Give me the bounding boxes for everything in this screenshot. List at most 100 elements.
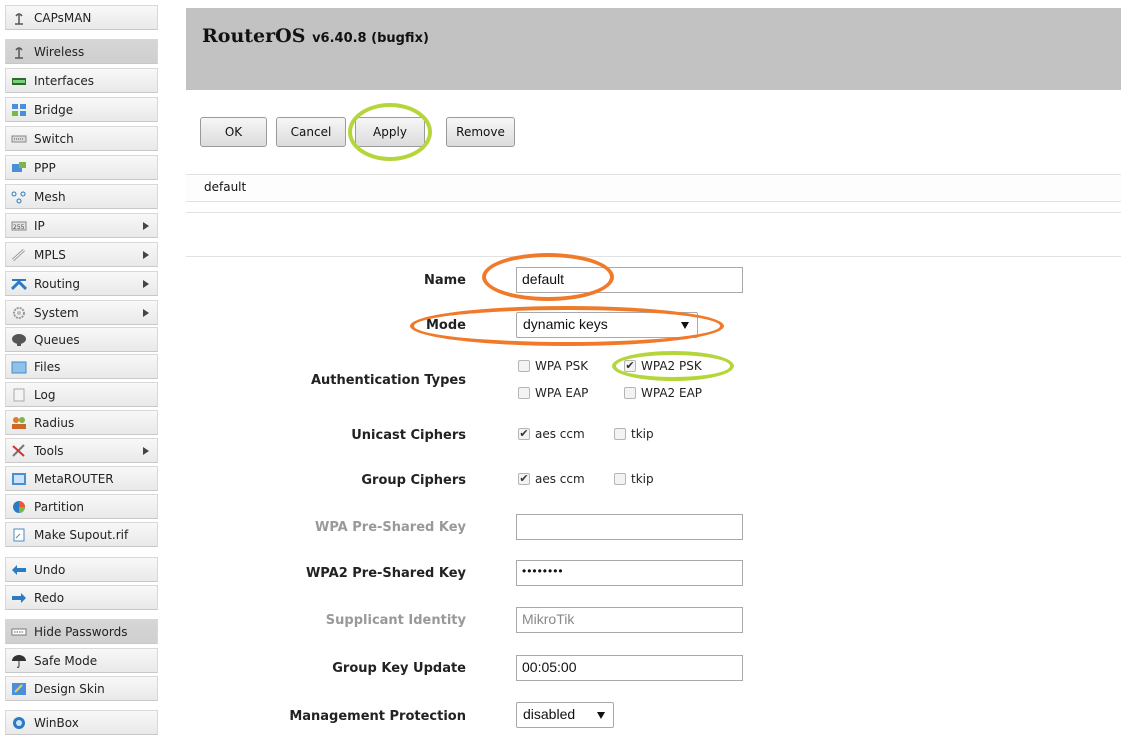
sidebar-item-ip[interactable]: 255 IP <box>5 213 158 238</box>
group-tkip-checkbox[interactable]: tkip <box>614 472 654 486</box>
sidebar-item-mpls[interactable]: MPLS <box>5 242 158 267</box>
switch-icon <box>11 132 29 146</box>
sidebar-item-make-supout[interactable]: Make Supout.rif <box>5 522 158 547</box>
wpa-psk-checkbox[interactable]: WPA PSK <box>518 359 588 373</box>
breadcrumb-item: default <box>204 180 247 194</box>
ip-icon: 255 <box>11 219 29 233</box>
sidebar-item-safe-mode[interactable]: Safe Mode <box>5 648 158 673</box>
sidebar-item-capsman[interactable]: CAPsMAN <box>5 5 158 30</box>
sidebar-item-partition[interactable]: Partition <box>5 494 158 519</box>
sidebar-item-wireless[interactable]: Wireless <box>5 39 158 64</box>
pie-icon <box>11 500 29 514</box>
sidebar-item-routing[interactable]: Routing <box>5 271 158 296</box>
sidebar-item-label: Tools <box>34 443 64 458</box>
sidebar-item-ppp[interactable]: PPP <box>5 155 158 180</box>
sidebar-item-label: Radius <box>34 415 75 430</box>
sidebar-item-label: Interfaces <box>34 73 94 88</box>
checkbox-box <box>614 428 626 440</box>
sidebar-item-bridge[interactable]: Bridge <box>5 97 158 122</box>
sidebar-item-label: Safe Mode <box>34 653 98 668</box>
supplicant-identity-label: Supplicant Identity <box>325 613 466 628</box>
sidebar-item-label: Make Supout.rif <box>34 527 129 542</box>
redo-icon <box>11 591 29 605</box>
divider <box>186 212 1121 213</box>
sidebar-item-label: Wireless <box>34 44 85 59</box>
apply-button[interactable]: Apply <box>355 117 425 147</box>
sidebar-item-label: Log <box>34 387 56 402</box>
sidebar-item-files[interactable]: Files <box>5 354 158 379</box>
sidebar-item-metarouter[interactable]: MetaROUTER <box>5 466 158 491</box>
ok-button[interactable]: OK <box>200 117 267 147</box>
sidebar-item-label: PPP <box>34 160 56 175</box>
sidebar-item-undo[interactable]: Undo <box>5 557 158 582</box>
mode-select-value: dynamic keys <box>523 316 608 332</box>
check-icon: ✔ <box>518 472 530 485</box>
antenna-icon <box>11 11 29 25</box>
product-name: RouterOS <box>202 25 306 47</box>
checkbox-label: WPA EAP <box>535 386 589 400</box>
management-protection-select[interactable]: disabled <box>516 702 614 728</box>
checkbox-label: WPA2 EAP <box>641 386 703 400</box>
sidebar-item-winbox[interactable]: WinBox <box>5 710 158 735</box>
checkbox-box <box>614 473 626 485</box>
checkbox-label: tkip <box>631 472 654 486</box>
folder-icon <box>11 360 29 374</box>
wpa2-eap-checkbox[interactable]: WPA2 EAP <box>624 386 702 400</box>
interfaces-icon <box>11 74 29 88</box>
checkbox-label: WPA PSK <box>535 359 589 373</box>
group-aes-ccm-checkbox[interactable]: ✔ aes ccm <box>518 472 585 486</box>
sidebar-item-interfaces[interactable]: Interfaces <box>5 68 158 93</box>
wpa2-psk-checkbox[interactable]: ✔ WPA2 PSK <box>624 359 702 373</box>
sidebar-item-queues[interactable]: Queues <box>5 327 158 352</box>
sidebar-item-hide-passwords[interactable]: Hide Passwords <box>5 619 158 644</box>
page-header: RouterOS v6.40.8 (bugfix) <box>186 0 1121 90</box>
name-field[interactable]: default <box>516 267 743 293</box>
wpa2-pre-shared-key-field[interactable]: •••••••• <box>516 560 743 586</box>
sidebar-item-log[interactable]: Log <box>5 382 158 407</box>
tools-icon <box>11 443 29 458</box>
sidebar-item-label: MPLS <box>34 247 66 262</box>
sidebar-item-radius[interactable]: Radius <box>5 410 158 435</box>
wpa2-pre-shared-key-label: WPA2 Pre-Shared Key <box>305 566 466 581</box>
wpa-pre-shared-key-field[interactable] <box>516 514 743 540</box>
sidebar-item-system[interactable]: System <box>5 300 158 325</box>
wpa-eap-checkbox[interactable]: WPA EAP <box>518 386 588 400</box>
check-icon: ✔ <box>624 359 636 372</box>
checkbox-box <box>518 360 530 372</box>
mode-label: Mode <box>426 318 466 333</box>
sidebar-item-label: Mesh <box>34 189 66 204</box>
cancel-button[interactable]: Cancel <box>276 117 346 147</box>
metarouter-icon <box>11 472 29 486</box>
group-key-update-field[interactable]: 00:05:00 <box>516 655 743 681</box>
sidebar-item-tools[interactable]: Tools <box>5 438 158 463</box>
umbrella-icon <box>11 654 29 668</box>
sidebar-item-label: Switch <box>34 131 74 146</box>
bridge-icon <box>11 103 29 117</box>
chevron-down-icon <box>681 322 689 329</box>
checkbox-label: WPA2 PSK <box>641 359 702 373</box>
undo-icon <box>11 563 29 577</box>
mesh-icon <box>11 190 29 204</box>
unicast-tkip-checkbox[interactable]: tkip <box>614 427 654 441</box>
sidebar-item-label: Hide Passwords <box>34 624 128 639</box>
skin-icon <box>11 682 29 696</box>
unicast-aes-ccm-checkbox[interactable]: ✔ aes ccm <box>518 427 585 441</box>
sidebar-item-label: Bridge <box>34 102 74 117</box>
sidebar-item-redo[interactable]: Redo <box>5 585 158 610</box>
ppp-icon <box>11 161 29 175</box>
remove-button[interactable]: Remove <box>446 117 515 147</box>
supplicant-identity-field[interactable]: MikroTik <box>516 607 743 633</box>
chevron-right-icon <box>143 251 149 259</box>
password-icon <box>11 625 29 639</box>
page-title: RouterOS v6.40.8 (bugfix) <box>202 25 429 47</box>
routing-icon <box>10 277 29 291</box>
wpa-pre-shared-key-label: WPA Pre-Shared Key <box>315 520 466 535</box>
sidebar-item-design-skin[interactable]: Design Skin <box>5 676 158 701</box>
sidebar-item-switch[interactable]: Switch <box>5 126 158 151</box>
sidebar-item-label: IP <box>34 218 45 233</box>
sidebar-item-label: WinBox <box>34 715 79 730</box>
sidebar-item-mesh[interactable]: Mesh <box>5 184 158 209</box>
mode-select[interactable]: dynamic keys <box>516 312 698 338</box>
chevron-right-icon <box>143 309 149 317</box>
checkbox-box <box>624 387 636 399</box>
